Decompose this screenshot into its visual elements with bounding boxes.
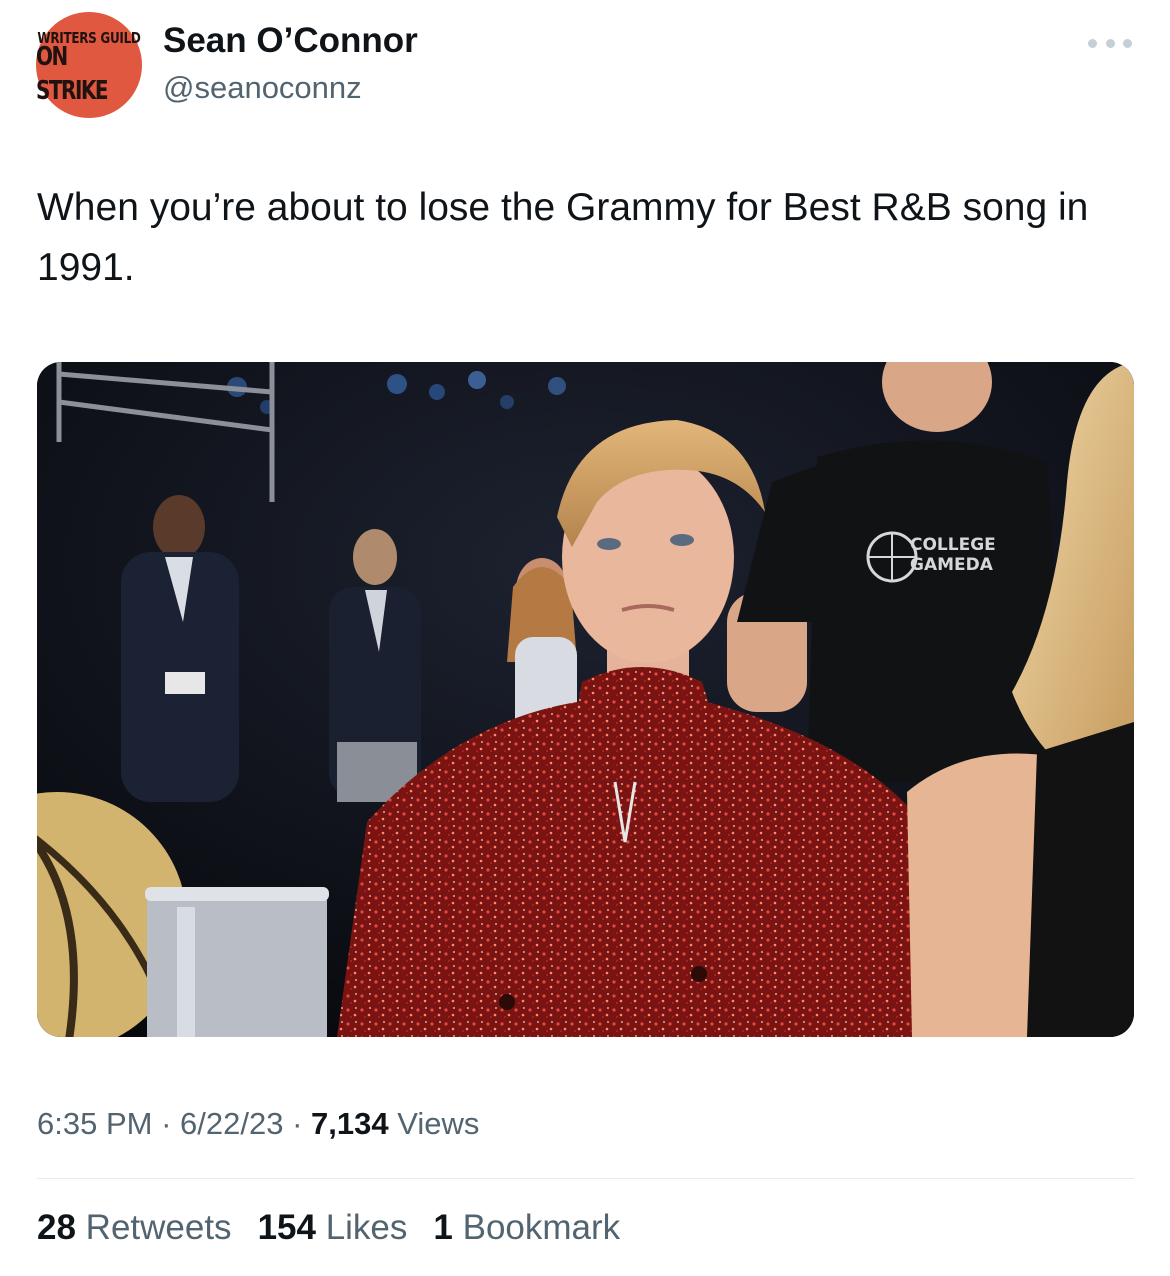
tweet-text: When you’re about to lose the Grammy for… [37, 186, 1089, 289]
retweets-label: Retweets [75, 1208, 232, 1247]
bookmarks-stat[interactable]: 1 Bookmark [433, 1202, 620, 1254]
divider [37, 1178, 1134, 1179]
meta-separator: · [283, 1106, 312, 1141]
more-dot [1123, 38, 1132, 48]
bookmarks-label: Bookmark [452, 1208, 621, 1247]
meta-separator: · [152, 1106, 181, 1141]
engagement-stats: 28 Retweets 154 Likes 1 Bookmark [37, 1202, 620, 1254]
trash-can [145, 887, 329, 1037]
photo-illustration: COLLEGE GAMEDA [37, 362, 1134, 1037]
likes-count: 154 [257, 1208, 316, 1247]
more-options-icon[interactable] [1086, 28, 1134, 58]
views-label: Views [388, 1106, 480, 1141]
more-dot [1088, 38, 1097, 48]
tweet-time[interactable]: 6:35 PM [37, 1106, 152, 1141]
avatar-text-bottom: ON STRIKE [36, 40, 109, 106]
retweets-count: 28 [37, 1208, 76, 1247]
shirt-text-line1: COLLEGE [910, 535, 996, 555]
tweet-date[interactable]: 6/22/23 [180, 1106, 283, 1141]
tweet-photo[interactable]: COLLEGE GAMEDA [37, 362, 1134, 1037]
author-handle[interactable]: @seanoconnz [163, 68, 362, 108]
likes-label: Likes [315, 1208, 408, 1247]
bookmarks-count: 1 [433, 1208, 453, 1247]
tweet-meta: 6:35 PM · 6/22/23 · 7,134 Views [37, 1100, 479, 1148]
likes-stat[interactable]: 154 Likes [258, 1202, 408, 1254]
shirt-text-line2: GAMEDA [910, 555, 994, 575]
avatar[interactable]: WRITERS GUILD ON STRIKE [36, 12, 142, 118]
more-dot [1105, 38, 1115, 48]
author-display-name[interactable]: Sean O’Connor [163, 20, 418, 62]
views-count: 7,134 [311, 1106, 389, 1141]
retweets-stat[interactable]: 28 Retweets [37, 1202, 232, 1254]
